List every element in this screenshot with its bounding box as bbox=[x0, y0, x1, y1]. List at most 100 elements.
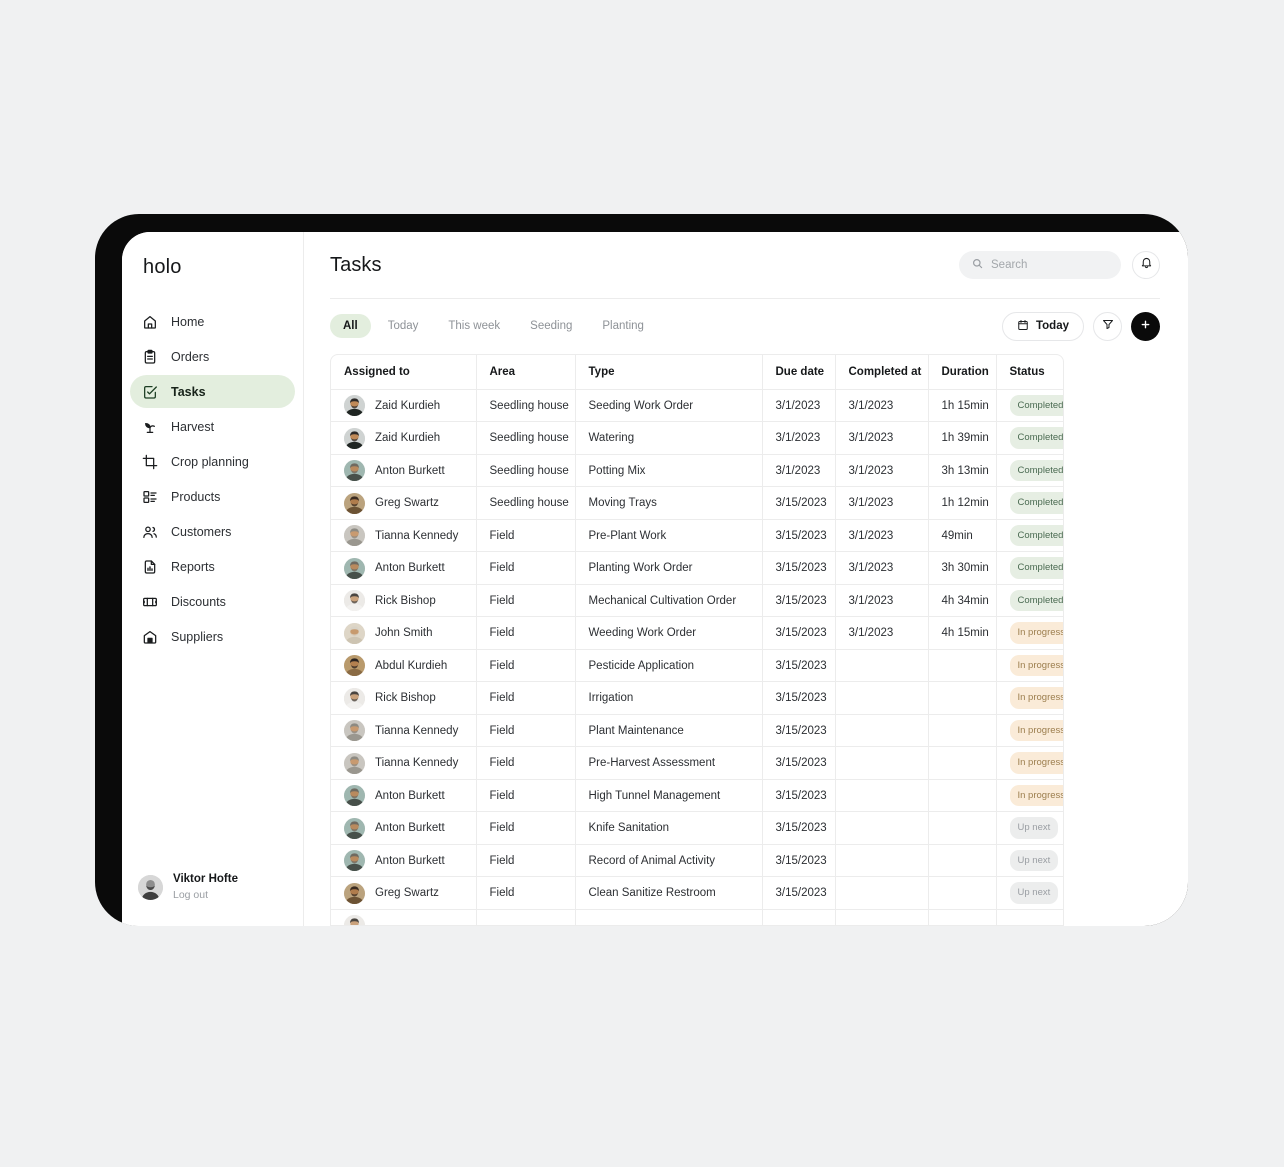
sidebar-item-crop-planning[interactable]: Crop planning bbox=[130, 445, 295, 478]
table-header: Assigned to Area Type Due date Completed… bbox=[331, 354, 1063, 390]
status-badge: Completed bbox=[1009, 427, 1063, 449]
cell-status: Up next bbox=[996, 876, 1063, 910]
table-row[interactable]: Tianna Kennedy Field Pre-Harvest Assessmen… bbox=[331, 746, 1063, 780]
cell-area: Field bbox=[476, 876, 576, 910]
tab-planting[interactable]: Planting bbox=[589, 314, 657, 338]
cell-assigned-to: Anton Burkett bbox=[331, 454, 477, 488]
assignee-name: Tianna Kennedy bbox=[375, 757, 459, 770]
tab-seeding[interactable]: Seeding bbox=[517, 314, 585, 338]
today-button[interactable]: Today bbox=[1001, 311, 1084, 341]
status-badge: Completed bbox=[1009, 589, 1063, 612]
cell-duration: 1h 12min bbox=[928, 486, 997, 520]
table-row[interactable]: Anton Burkett Seedling house Potting Mix 3/… bbox=[331, 454, 1063, 488]
avatar bbox=[344, 492, 365, 514]
avatar bbox=[344, 915, 365, 925]
table-row[interactable]: John Smith Field Weeding Work Order 3/15/20… bbox=[331, 616, 1063, 650]
cell-due-date: 3/15/2023 bbox=[762, 811, 836, 845]
status-badge: Completed bbox=[1009, 459, 1063, 482]
sidebar-item-customers[interactable]: Customers bbox=[130, 515, 295, 548]
cell-type: Pre-Harvest Assessment bbox=[575, 746, 763, 780]
cell-completed-at: 3/1/2023 bbox=[835, 616, 929, 650]
tasks-table: Assigned to Area Type Due date Completed… bbox=[331, 354, 1063, 925]
cell-duration: 1h 39min bbox=[928, 421, 997, 455]
sidebar-item-home[interactable]: Home bbox=[130, 305, 295, 338]
avatar bbox=[344, 395, 365, 417]
column-header-status[interactable]: Status bbox=[996, 354, 1063, 390]
table-row[interactable]: Anton Burkett Field Record of Animal Activ… bbox=[331, 844, 1063, 878]
sidebar-item-reports[interactable]: Reports bbox=[130, 550, 295, 583]
filter-button[interactable] bbox=[1093, 311, 1122, 341]
clipboard-icon bbox=[142, 349, 158, 365]
table-row[interactable]: Anton Burkett Field Planting Work Order 3/1… bbox=[331, 551, 1063, 585]
status-badge: Completed bbox=[1009, 524, 1063, 547]
cell-completed-at bbox=[835, 779, 929, 813]
column-header-type[interactable]: Type bbox=[575, 354, 763, 390]
table-row[interactable]: Greg Swartz Seedling house Moving Trays 3/1… bbox=[331, 486, 1063, 520]
table-row[interactable]: Zaid Kurdieh Seedling house Watering 3/1/20… bbox=[331, 421, 1063, 455]
table-row[interactable]: Greg Swartz Field Clean Sanitize Restroom 3… bbox=[331, 876, 1063, 910]
filter-bar: All Today This week Seeding Planting Tod… bbox=[330, 299, 1188, 354]
tab-all[interactable]: All bbox=[330, 314, 371, 339]
search-field[interactable] bbox=[959, 251, 1121, 279]
column-header-completed-at[interactable]: Completed at bbox=[835, 354, 929, 390]
cell-duration bbox=[928, 844, 997, 878]
cell-assigned-to: Rick Bishop bbox=[331, 584, 477, 618]
cell-type: Weeding Work Order bbox=[575, 616, 763, 650]
cell-completed-at: 3/1/2023 bbox=[835, 454, 929, 488]
cell-area: Seedling house bbox=[476, 486, 576, 520]
notifications-button[interactable] bbox=[1132, 251, 1160, 279]
tab-today[interactable]: Today bbox=[375, 314, 432, 338]
cell-assigned-to: John Smith bbox=[331, 616, 477, 650]
sidebar-item-label: Products bbox=[171, 489, 221, 504]
column-header-area[interactable]: Area bbox=[476, 354, 576, 390]
cell-status: Completed bbox=[996, 584, 1063, 618]
sidebar-item-suppliers[interactable]: Suppliers bbox=[130, 620, 295, 653]
table-row[interactable]: Rick Bishop Field Irrigation 3/15/2023 In pr… bbox=[331, 681, 1063, 715]
sidebar-item-orders[interactable]: Orders bbox=[130, 340, 295, 373]
avatar bbox=[344, 720, 365, 742]
table-row[interactable] bbox=[331, 909, 1063, 925]
table-row[interactable]: Abdul Kurdieh Field Pesticide Application 3… bbox=[331, 649, 1063, 683]
cell-area: Field bbox=[476, 714, 576, 748]
cell-assigned-to: Tianna Kennedy bbox=[331, 714, 477, 748]
add-task-button[interactable] bbox=[1131, 311, 1160, 341]
logout-link[interactable]: Log out bbox=[173, 888, 238, 902]
top-bar-actions bbox=[959, 251, 1160, 279]
cell-type: Plant Maintenance bbox=[575, 714, 763, 748]
assignee-name: Anton Burkett bbox=[375, 562, 445, 575]
cell-duration bbox=[928, 746, 997, 780]
cell-duration bbox=[928, 909, 997, 925]
cell-due-date: 3/15/2023 bbox=[762, 616, 836, 650]
cell-type bbox=[575, 909, 763, 925]
column-header-due-date[interactable]: Due date bbox=[762, 354, 836, 390]
tab-this-week[interactable]: This week bbox=[435, 314, 513, 338]
search-input[interactable] bbox=[991, 259, 1108, 271]
table-row[interactable]: Rick Bishop Field Mechanical Cultivation O… bbox=[331, 584, 1063, 618]
cell-assigned-to: Zaid Kurdieh bbox=[331, 389, 477, 423]
cell-area: Field bbox=[476, 779, 576, 813]
sidebar-item-products[interactable]: Products bbox=[130, 480, 295, 513]
sidebar-item-harvest[interactable]: Harvest bbox=[130, 410, 295, 443]
table-row[interactable]: Anton Burkett Field High Tunnel Management… bbox=[331, 779, 1063, 813]
cell-assigned-to: Tianna Kennedy bbox=[331, 746, 477, 780]
sidebar-item-discounts[interactable]: Discounts bbox=[130, 585, 295, 618]
cell-status: Up next bbox=[996, 811, 1063, 845]
table-row[interactable]: Anton Burkett Field Knife Sanitation 3/15/2… bbox=[331, 811, 1063, 845]
cell-type: Moving Trays bbox=[575, 486, 763, 520]
cell-due-date: 3/15/2023 bbox=[762, 714, 836, 748]
table-row[interactable]: Tianna Kennedy Field Plant Maintenance 3/15… bbox=[331, 714, 1063, 748]
cell-duration bbox=[928, 876, 997, 910]
user-profile[interactable]: Viktor Hofte Log out bbox=[122, 872, 303, 902]
table-row[interactable]: Tianna Kennedy Field Pre-Plant Work 3/15/20… bbox=[331, 519, 1063, 553]
cell-duration: 4h 15min bbox=[928, 616, 997, 650]
column-header-assigned-to[interactable]: Assigned to bbox=[331, 354, 477, 390]
assignee-name: Tianna Kennedy bbox=[375, 529, 459, 542]
sidebar-item-tasks[interactable]: Tasks bbox=[130, 375, 295, 408]
table-row[interactable]: Zaid Kurdieh Seedling house Seeding Work O… bbox=[331, 389, 1063, 423]
status-badge: In progress bbox=[1009, 784, 1063, 807]
app-screen: holo Home Orders Tasks Harvest Crop plan… bbox=[122, 232, 1188, 926]
column-header-duration[interactable]: Duration bbox=[928, 354, 997, 390]
cell-duration: 3h 13min bbox=[928, 454, 997, 488]
cell-assigned-to: Anton Burkett bbox=[331, 811, 477, 845]
assignee-name: Zaid Kurdieh bbox=[375, 432, 441, 445]
